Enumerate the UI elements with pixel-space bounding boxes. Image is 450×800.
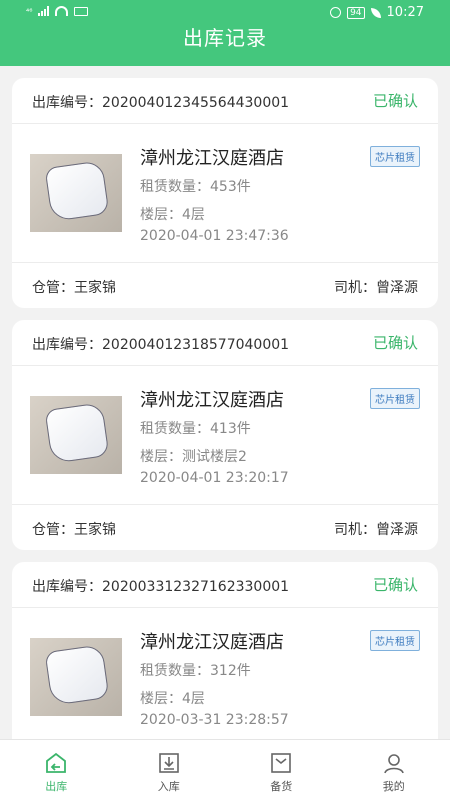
record-list[interactable]: 出库编号：20200401234556443000​1 已确认 漳州龙江汉庭酒店… bbox=[0, 66, 450, 739]
tab-outbound[interactable]: 出库 bbox=[0, 740, 113, 800]
warehouse-keeper: 仓管：王家锦 bbox=[32, 522, 116, 538]
status-badge: 已确认 bbox=[372, 334, 418, 352]
record-header: 出库编号：20200401234556443000​1 已确认 bbox=[12, 78, 438, 124]
clock: 10:27 bbox=[386, 5, 424, 20]
battery-icon: 94 bbox=[347, 6, 365, 19]
floor: 楼层：4层 bbox=[140, 207, 205, 223]
status-badge: 已确认 bbox=[372, 92, 418, 110]
sim-card-icon bbox=[74, 6, 89, 16]
rental-tag: 芯片租赁 bbox=[370, 388, 420, 409]
tab-label: 入库 bbox=[157, 780, 180, 793]
quantity: 租赁数量：453件 bbox=[140, 179, 251, 195]
driver: 司机：曾泽源 bbox=[334, 522, 418, 538]
pillow-icon bbox=[44, 402, 110, 464]
profile-icon bbox=[383, 754, 404, 774]
app-header: ⁴⁶ 94 10:27 出库记录 bbox=[0, 0, 450, 66]
status-badge: 已确认 bbox=[372, 576, 418, 594]
bottom-tab-bar: 出库 入库 备货 我的 bbox=[0, 739, 450, 800]
order-number: 出库编号：20200331232716233000​1 bbox=[32, 579, 290, 595]
tab-label: 我的 bbox=[382, 780, 405, 793]
signal-icon bbox=[38, 6, 50, 16]
floor: 楼层：4层 bbox=[140, 691, 205, 707]
carrier-label: ⁴⁶ bbox=[26, 6, 33, 16]
stock-icon bbox=[271, 753, 292, 773]
datetime: 2020-03-31 23:28:57 bbox=[140, 712, 289, 728]
record-footer: 仓管：王家锦 司机：曾泽源 bbox=[12, 504, 438, 550]
alarm-icon bbox=[330, 7, 342, 18]
order-number: 出库编号：20200401234556443000​1 bbox=[32, 95, 290, 111]
floor: 楼层：测试楼层2 bbox=[140, 449, 247, 465]
hotel-name: 漳州龙江汉庭酒店 bbox=[140, 148, 284, 169]
quantity: 租赁数量：312件 bbox=[140, 663, 251, 679]
product-image bbox=[30, 154, 122, 232]
datetime: 2020-04-01 23:20:17 bbox=[140, 470, 289, 486]
warehouse-keeper: 仓管：王家锦 bbox=[32, 280, 116, 296]
tab-label: 出库 bbox=[45, 780, 68, 793]
product-image bbox=[30, 638, 122, 716]
rental-tag: 芯片租赁 bbox=[370, 630, 420, 651]
leaf-icon bbox=[370, 7, 381, 18]
inbound-icon bbox=[158, 753, 179, 773]
quantity: 租赁数量：413件 bbox=[140, 421, 251, 437]
pillow-icon bbox=[44, 644, 110, 706]
hotel-name: 漳州龙江汉庭酒店 bbox=[140, 390, 284, 411]
record-header: 出库编号：20200401231857704000​1 已确认 bbox=[12, 320, 438, 366]
tab-inbound[interactable]: 入库 bbox=[113, 740, 226, 800]
outbound-icon bbox=[46, 752, 67, 773]
driver: 司机：曾泽源 bbox=[334, 280, 418, 296]
datetime: 2020-04-01 23:47:36 bbox=[140, 228, 289, 244]
record-card[interactable]: 出库编号：20200401234556443000​1 已确认 漳州龙江汉庭酒店… bbox=[12, 78, 438, 308]
pillow-icon bbox=[44, 160, 110, 222]
record-card[interactable]: 出库编号：20200331232716233000​1 已确认 漳州龙江汉庭酒店… bbox=[12, 562, 438, 739]
wifi-icon bbox=[55, 6, 69, 16]
tab-stock[interactable]: 备货 bbox=[225, 740, 338, 800]
order-number: 出库编号：20200401231857704000​1 bbox=[32, 337, 290, 353]
record-header: 出库编号：20200331232716233000​1 已确认 bbox=[12, 562, 438, 608]
tab-profile[interactable]: 我的 bbox=[338, 740, 450, 800]
record-footer: 仓管：王家锦 司机：曾泽源 bbox=[12, 262, 438, 308]
tab-label: 备货 bbox=[270, 780, 293, 793]
page-title: 出库记录 bbox=[183, 26, 267, 50]
record-card[interactable]: 出库编号：20200401231857704000​1 已确认 漳州龙江汉庭酒店… bbox=[12, 320, 438, 550]
rental-tag: 芯片租赁 bbox=[370, 146, 420, 167]
hotel-name: 漳州龙江汉庭酒店 bbox=[140, 632, 284, 653]
product-image bbox=[30, 396, 122, 474]
